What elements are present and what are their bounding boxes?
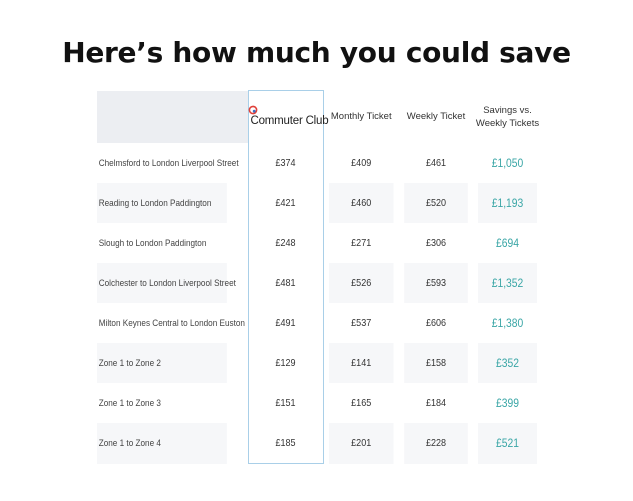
savings-cell: £1,352	[477, 263, 538, 303]
monthly-price-cell: £537	[328, 303, 394, 343]
weekly-price-cell: £306	[404, 223, 468, 263]
monthly-price-cell: £201	[328, 423, 394, 464]
route-cell: Zone 1 to Zone 2	[97, 343, 227, 383]
monthly-price-cell: £526	[328, 263, 394, 303]
page-title: Here’s how much you could save	[62, 35, 571, 69]
route-cell: Chelmsford to London Liverpool Street	[97, 143, 239, 183]
commuter-club-price-cell: £374	[252, 143, 319, 183]
savings-cell: £521	[477, 423, 538, 464]
savings-column-header: Savings vs. Weekly Tickets	[475, 104, 540, 129]
weekly-price-cell: £228	[404, 423, 468, 464]
table-header-row: Commuter Club Monthly Ticket Weekly Tick…	[97, 90, 542, 143]
route-cell: Colchester to London Liverpool Street	[97, 263, 236, 303]
commuter-club-price-cell: £421	[252, 183, 319, 223]
weekly-price-cell: £593	[404, 263, 468, 303]
commuter-club-price-cell: £248	[252, 223, 319, 263]
commuter-club-price-cell: £151	[252, 383, 319, 423]
savings-cell: £399	[477, 383, 538, 423]
monthly-ticket-column-header: Monthly Ticket	[330, 111, 392, 123]
commuter-club-price-cell: £185	[252, 423, 319, 464]
commuter-club-column-header: Commuter Club	[247, 90, 329, 143]
weekly-price-cell: £184	[404, 383, 468, 423]
commuter-club-label: Commuter Club	[250, 115, 329, 127]
table-row: Slough to London Paddington £248 £271 £3…	[97, 223, 542, 263]
table-row: Chelmsford to London Liverpool Street £3…	[97, 143, 542, 183]
monthly-price-cell: £165	[328, 383, 394, 423]
savings-cell: £1,193	[477, 183, 538, 223]
route-cell: Reading to London Paddington	[97, 183, 227, 223]
weekly-price-cell: £158	[404, 343, 468, 383]
table-row: Reading to London Paddington £421 £460 £…	[97, 183, 542, 223]
savings-cell: £694	[477, 223, 538, 263]
weekly-price-cell: £461	[404, 143, 468, 183]
savings-cell: £352	[477, 343, 538, 383]
savings-cell: £1,050	[477, 143, 538, 183]
route-cell: Slough to London Paddington	[97, 223, 227, 263]
monthly-price-cell: £271	[328, 223, 394, 263]
route-cell: Zone 1 to Zone 3	[97, 383, 227, 423]
weekly-ticket-column-header: Weekly Ticket	[406, 111, 466, 123]
commuter-club-price-cell: £481	[252, 263, 319, 303]
route-column-header	[97, 90, 248, 143]
commuter-club-price-cell: £491	[252, 303, 319, 343]
savings-cell: £1,380	[477, 303, 538, 343]
commuter-club-brand: Commuter Club	[248, 105, 329, 127]
route-cell: Zone 1 to Zone 4	[97, 423, 227, 464]
commuter-club-logo-icon	[248, 105, 257, 115]
commuter-club-price-cell: £129	[252, 343, 319, 383]
monthly-price-cell: £460	[328, 183, 394, 223]
price-comparison-table: Commuter Club Monthly Ticket Weekly Tick…	[97, 90, 543, 464]
table-row: Zone 1 to Zone 3 £151 £165 £184 £399	[97, 383, 542, 423]
monthly-price-cell: £141	[328, 343, 394, 383]
route-cell: Milton Keynes Central to London Euston	[97, 303, 245, 343]
table-row: Zone 1 to Zone 2 £129 £141 £158 £352	[97, 343, 542, 383]
monthly-price-cell: £409	[328, 143, 394, 183]
table-row: Zone 1 to Zone 4 £185 £201 £228 £521	[97, 423, 542, 464]
table-row: Colchester to London Liverpool Street £4…	[97, 263, 542, 303]
weekly-price-cell: £520	[404, 183, 468, 223]
weekly-price-cell: £606	[404, 303, 468, 343]
table-row: Milton Keynes Central to London Euston £…	[97, 303, 542, 343]
